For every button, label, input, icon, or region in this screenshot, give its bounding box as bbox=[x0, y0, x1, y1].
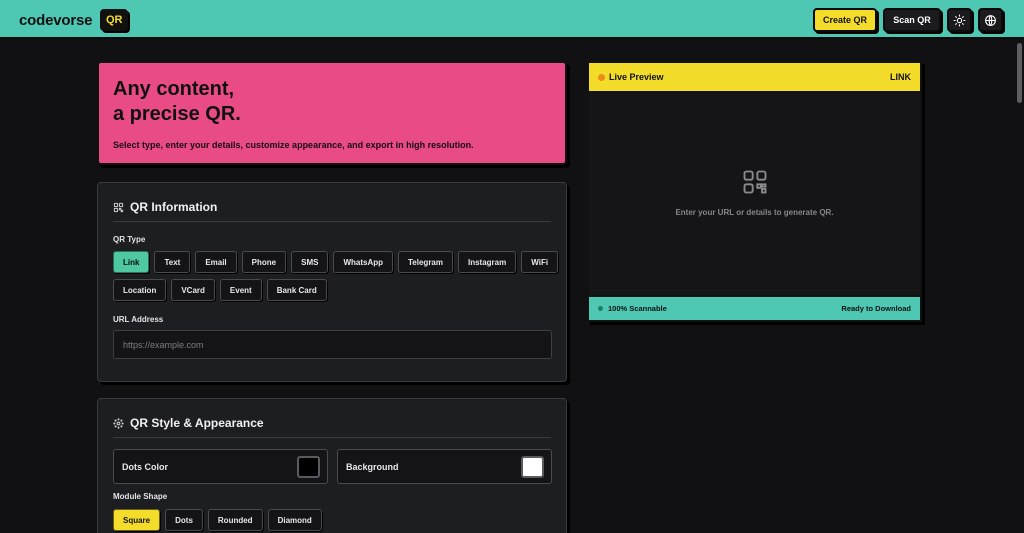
language-button[interactable] bbox=[978, 8, 1003, 32]
scrollbar-thumb[interactable] bbox=[1017, 43, 1022, 103]
dots-color-swatch[interactable] bbox=[297, 456, 320, 478]
qr-information-card: QR Information QR Type Link Text Email Phon… bbox=[97, 182, 567, 382]
qr-information-title-text: QR Information bbox=[130, 200, 218, 214]
create-qr-button[interactable]: Create QR bbox=[813, 8, 877, 32]
scan-qr-button[interactable]: Scan QR bbox=[883, 8, 941, 32]
preview-title: Live Preview bbox=[609, 72, 664, 82]
qr-type-chip-instagram[interactable]: Instagram bbox=[458, 251, 517, 273]
hero-title-line2: a precise QR. bbox=[113, 103, 241, 125]
brand-badge: QR bbox=[100, 9, 129, 31]
qr-type-chip-whatsapp[interactable]: WhatsApp bbox=[333, 251, 394, 273]
qr-type-row: Link Text Email Phone SMS WhatsApp Telegram Ins… bbox=[113, 251, 559, 273]
hero-title-line1: Any content, bbox=[113, 78, 235, 100]
divider bbox=[113, 221, 551, 222]
module-shape-chip-rounded[interactable]: Rounded bbox=[207, 509, 263, 531]
qr-information-title: QR Information bbox=[113, 200, 217, 214]
globe-icon bbox=[985, 14, 996, 26]
url-address-label: URL Address bbox=[113, 315, 164, 324]
background-color-picker[interactable]: Background bbox=[337, 449, 552, 484]
dots-color-label: Dots Color bbox=[122, 462, 168, 472]
qr-type-chip-link[interactable]: Link bbox=[113, 251, 150, 273]
qr-type-chip-text[interactable]: Text bbox=[154, 251, 191, 273]
brand[interactable]: codevorse QR bbox=[19, 9, 129, 31]
scannable-status: 100% Scannable bbox=[608, 304, 667, 313]
background-color-swatch[interactable] bbox=[521, 456, 544, 478]
qr-style-title-text: QR Style & Appearance bbox=[130, 416, 264, 430]
preview-footer: 100% Scannable Ready to Download bbox=[589, 295, 920, 320]
qr-type-chip-email[interactable]: Email bbox=[195, 251, 237, 273]
qr-type-chip-phone[interactable]: Phone bbox=[241, 251, 287, 273]
module-shape-chip-diamond[interactable]: Diamond bbox=[267, 509, 322, 531]
theme-toggle-button[interactable] bbox=[947, 8, 972, 32]
preview-header: Live Preview LINK bbox=[589, 63, 920, 93]
qr-type-label: QR Type bbox=[113, 235, 146, 244]
qr-type-chip-event[interactable]: Event bbox=[219, 279, 262, 301]
status-dot bbox=[598, 74, 605, 81]
scannable-dot bbox=[598, 306, 603, 311]
top-bar: codevorse QR Create QR Scan QR bbox=[0, 0, 1024, 39]
qr-style-title: QR Style & Appearance bbox=[113, 416, 264, 430]
qr-type-chip-telegram[interactable]: Telegram bbox=[398, 251, 453, 273]
divider bbox=[113, 437, 551, 438]
qr-placeholder-icon bbox=[743, 170, 767, 194]
page-scrollbar[interactable] bbox=[1015, 41, 1024, 533]
url-input[interactable] bbox=[113, 330, 552, 359]
qr-type-chip-wifi[interactable]: WiFi bbox=[521, 251, 559, 273]
qr-type-chip-sms[interactable]: SMS bbox=[291, 251, 329, 273]
qr-type-row: Location VCard Event Bank Card bbox=[113, 279, 327, 301]
qr-grid-icon bbox=[113, 202, 124, 212]
preview-empty-message: Enter your URL or details to generate QR… bbox=[675, 208, 834, 217]
dots-color-picker[interactable]: Dots Color bbox=[113, 449, 328, 484]
download-status[interactable]: Ready to Download bbox=[841, 304, 911, 313]
hero-banner: Any content, a precise QR. Select type, … bbox=[97, 61, 567, 165]
module-shape-chip-dots[interactable]: Dots bbox=[165, 509, 203, 531]
module-shape-label: Module Shape bbox=[113, 492, 168, 501]
preview-type-badge: LINK bbox=[890, 72, 911, 82]
hero-subtitle: Select type, enter your details, customi… bbox=[113, 140, 474, 150]
module-shape-row: Square Dots Rounded Diamond bbox=[113, 509, 322, 531]
qr-style-card: QR Style & Appearance Dots Color Backgro… bbox=[97, 398, 567, 533]
sun-icon bbox=[953, 14, 966, 26]
qr-type-chip-vcard[interactable]: VCard bbox=[171, 279, 215, 301]
background-color-label: Background bbox=[346, 462, 399, 472]
module-shape-chip-square[interactable]: Square bbox=[113, 509, 161, 531]
qr-type-chip-bank-card[interactable]: Bank Card bbox=[266, 279, 327, 301]
qr-type-chip-location[interactable]: Location bbox=[113, 279, 167, 301]
palette-icon bbox=[113, 417, 124, 429]
live-preview-panel: Live Preview LINK Enter your URL or deta… bbox=[587, 61, 922, 322]
brand-name: codevorse bbox=[19, 11, 93, 29]
hero-title: Any content, a precise QR. bbox=[113, 77, 241, 127]
